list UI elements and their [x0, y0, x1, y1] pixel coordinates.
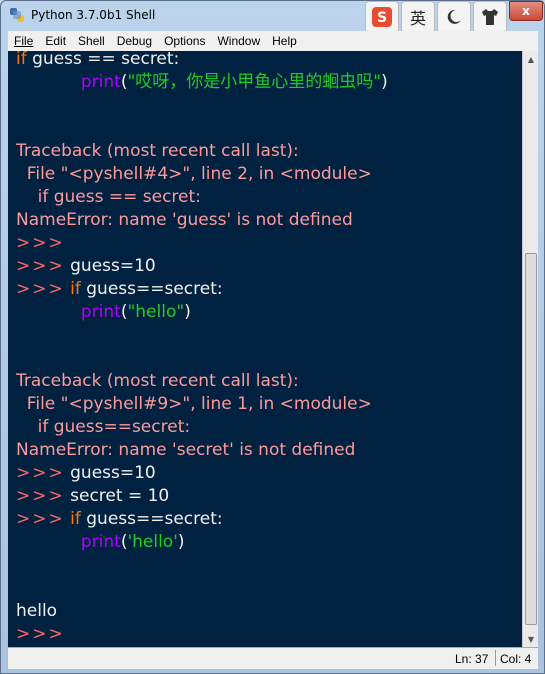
prompt-line: >>> — [16, 232, 65, 255]
menu-debug[interactable]: Debug — [111, 34, 158, 48]
title-bar[interactable]: Python 3.7.0b1 Shell S 英 x — [1, 1, 545, 33]
code-line: print("哎呀，你是小甲鱼心里的蛔虫吗") — [16, 71, 388, 94]
prompt-marker: >>> — [16, 463, 65, 483]
status-bar: Ln: 37 Col: 4 — [8, 647, 538, 669]
code-line: if guess == secret: — [16, 51, 179, 71]
menu-shell-label: Shell — [78, 34, 105, 48]
window-title: Python 3.7.0b1 Shell — [31, 8, 156, 22]
menu-file[interactable]: File — [8, 34, 39, 48]
code-token: guess==secret: — [80, 279, 223, 299]
menu-window-label: Window — [217, 34, 261, 48]
builtin-token: print — [80, 72, 121, 92]
prompt-marker: >>> — [16, 486, 65, 506]
scroll-up-arrow-icon[interactable]: ▲ — [523, 51, 539, 67]
menu-options-label: Options — [164, 34, 206, 48]
line-number-status: Ln: 37 — [455, 652, 489, 666]
menu-shell[interactable]: Shell — [72, 34, 111, 48]
ime-sogou-icon[interactable]: S — [365, 1, 399, 33]
code-line: print('hello') — [16, 531, 185, 554]
prompt-marker: >>> — [16, 256, 65, 276]
column-number-status: Col: 4 — [500, 652, 532, 666]
traceback-line: Traceback (most recent call last): — [16, 371, 299, 391]
output-line: hello — [16, 601, 58, 621]
prompt-marker: >>> — [16, 509, 65, 529]
traceback-line: if guess==secret: — [16, 417, 191, 437]
scroll-down-arrow-icon[interactable]: ▼ — [523, 631, 539, 647]
menu-help[interactable]: Help — [266, 34, 303, 48]
vertical-scrollbar[interactable]: ▲ ▼ — [522, 51, 538, 647]
code-token: guess=10 — [64, 256, 156, 276]
close-icon: x — [522, 4, 530, 18]
traceback-line: Traceback (most recent call last): — [16, 141, 299, 161]
menu-window[interactable]: Window — [211, 34, 266, 48]
traceback-line: File "<pyshell#4>", line 2, in <module> — [16, 164, 372, 184]
paren-token: ) — [381, 72, 388, 92]
builtin-token: print — [80, 532, 121, 552]
code-token: guess==secret: — [80, 509, 223, 529]
menu-file-label: File — [14, 34, 34, 48]
prompt-marker: >>> — [16, 279, 65, 299]
traceback-line: File "<pyshell#9>", line 1, in <module> — [16, 394, 372, 414]
string-token: "哎呀，你是小甲鱼心里的蛔虫吗" — [127, 72, 382, 92]
ime-language-label: 英 — [409, 9, 426, 28]
moon-icon[interactable] — [437, 1, 471, 33]
error-line: NameError: name 'guess' is not defined — [16, 210, 353, 230]
paren-token: ) — [184, 302, 191, 322]
string-token: "hello" — [127, 302, 185, 322]
menu-options[interactable]: Options — [158, 34, 211, 48]
prompt-line: >>> guess=10 — [16, 255, 156, 278]
menu-edit-label: Edit — [45, 34, 67, 48]
code-token: secret = 10 — [64, 486, 170, 506]
prompt-line: >>> if guess==secret: — [16, 278, 223, 301]
keyword-token: if — [70, 509, 81, 529]
skin-shirt-icon[interactable] — [473, 1, 507, 33]
status-divider — [495, 650, 496, 666]
scrollbar-thumb[interactable] — [525, 253, 537, 625]
keyword-token: if — [70, 279, 81, 299]
close-button[interactable]: x — [509, 1, 543, 21]
prompt-marker: >>> — [16, 233, 65, 253]
menu-debug-label: Debug — [116, 34, 153, 48]
ime-language-button[interactable]: 英 — [401, 1, 435, 33]
menu-edit[interactable]: Edit — [39, 34, 72, 48]
error-line: NameError: name 'secret' is not defined — [16, 440, 356, 460]
traceback-line: if guess == secret: — [16, 187, 201, 207]
code-token: guess=10 — [64, 463, 156, 483]
python-icon — [10, 8, 24, 22]
menu-bar: File Edit Shell Debug Options Window Hel… — [8, 31, 538, 51]
shell-text-area[interactable]: if guess == secret: print("哎呀，你是小甲鱼心里的蛔虫… — [8, 51, 522, 647]
paren-token: ) — [177, 532, 185, 552]
prompt-marker: >>> — [16, 624, 65, 644]
code-token: guess == secret: — [26, 51, 180, 69]
keyword-token: if — [16, 51, 27, 69]
menu-help-label: Help — [272, 34, 297, 48]
string-token: 'hello' — [127, 532, 178, 552]
prompt-line: >>> secret = 10 — [16, 485, 169, 508]
builtin-token: print — [80, 302, 121, 322]
ime-s-label: S — [377, 10, 387, 26]
prompt-line: >>> if guess==secret: — [16, 508, 223, 531]
code-line: print("hello") — [16, 301, 191, 324]
python-shell-window: Python 3.7.0b1 Shell S 英 x File Edit She… — [0, 0, 545, 674]
prompt-line: >>> guess=10 — [16, 462, 156, 485]
prompt-line: >>> — [16, 623, 65, 646]
